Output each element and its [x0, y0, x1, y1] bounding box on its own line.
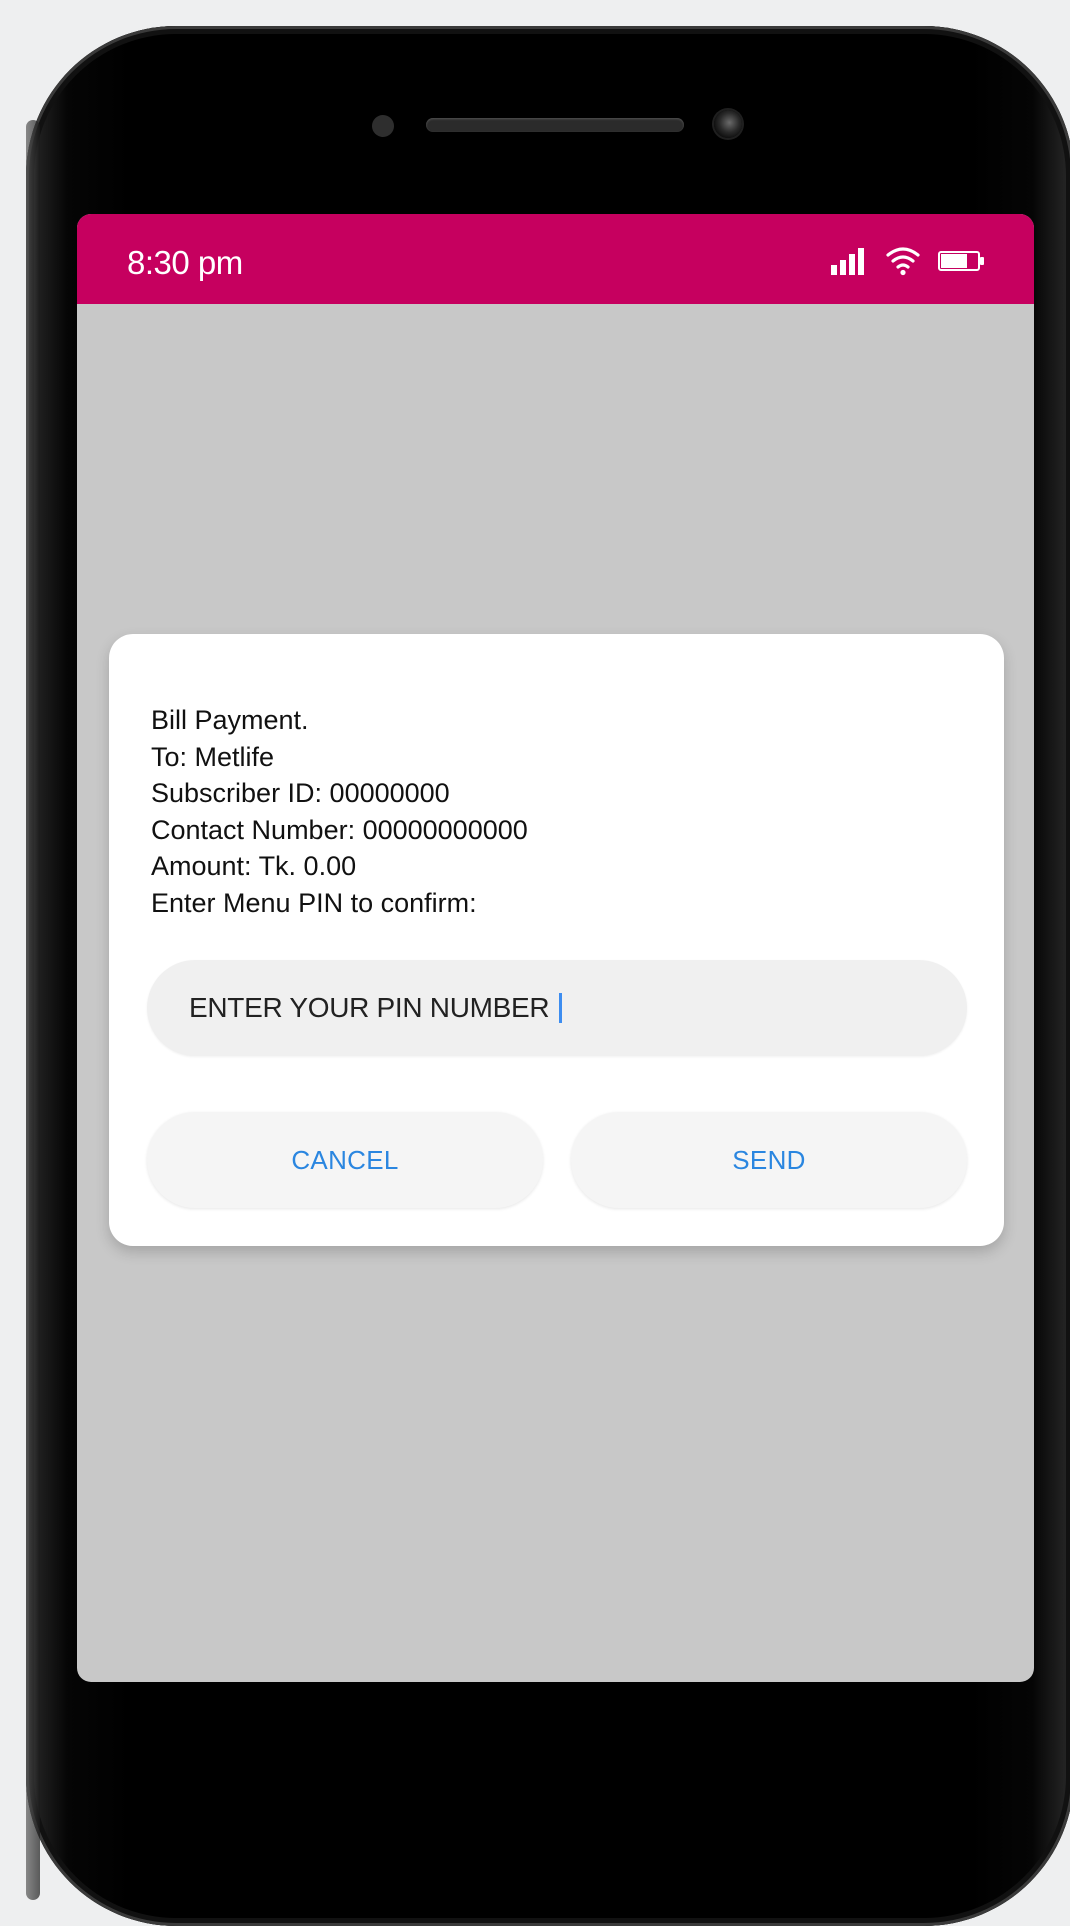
message-line: Bill Payment. [151, 705, 309, 735]
proximity-sensor-icon [372, 115, 394, 137]
text-cursor [559, 993, 563, 1023]
phone-screen: 8:30 pm Bill Payment. To: Metlife Subscr… [77, 214, 1034, 1682]
message-line: Contact Number: 00000000000 [151, 814, 528, 845]
send-button[interactable]: SEND [571, 1112, 967, 1208]
cancel-button[interactable]: CANCEL [147, 1112, 543, 1208]
speaker-icon [426, 118, 684, 132]
front-camera-icon [714, 110, 742, 138]
ussd-dialog: Bill Payment. To: Metlife Subscriber ID:… [109, 634, 1004, 1246]
status-icons [830, 246, 986, 276]
battery-icon [938, 250, 986, 272]
message-line: To: Metlife [151, 741, 275, 772]
dialog-message: Bill Payment. To: Metlife Subscriber ID:… [151, 702, 951, 921]
signal-icon [830, 247, 868, 275]
pin-input[interactable]: ENTER YOUR PIN NUMBER [147, 960, 967, 1056]
message-line: Subscriber ID: 00000000 [151, 778, 450, 808]
phone-edge [26, 120, 40, 1900]
message-line: Enter Menu PIN to confirm: [151, 887, 477, 918]
status-time: 8:30 pm [127, 244, 243, 281]
pin-input-placeholder: ENTER YOUR PIN NUMBER [189, 992, 550, 1023]
message-line: Amount: Tk. 0.00 [151, 851, 357, 881]
status-bar: 8:30 pm [77, 214, 1034, 304]
wifi-icon [886, 246, 920, 276]
